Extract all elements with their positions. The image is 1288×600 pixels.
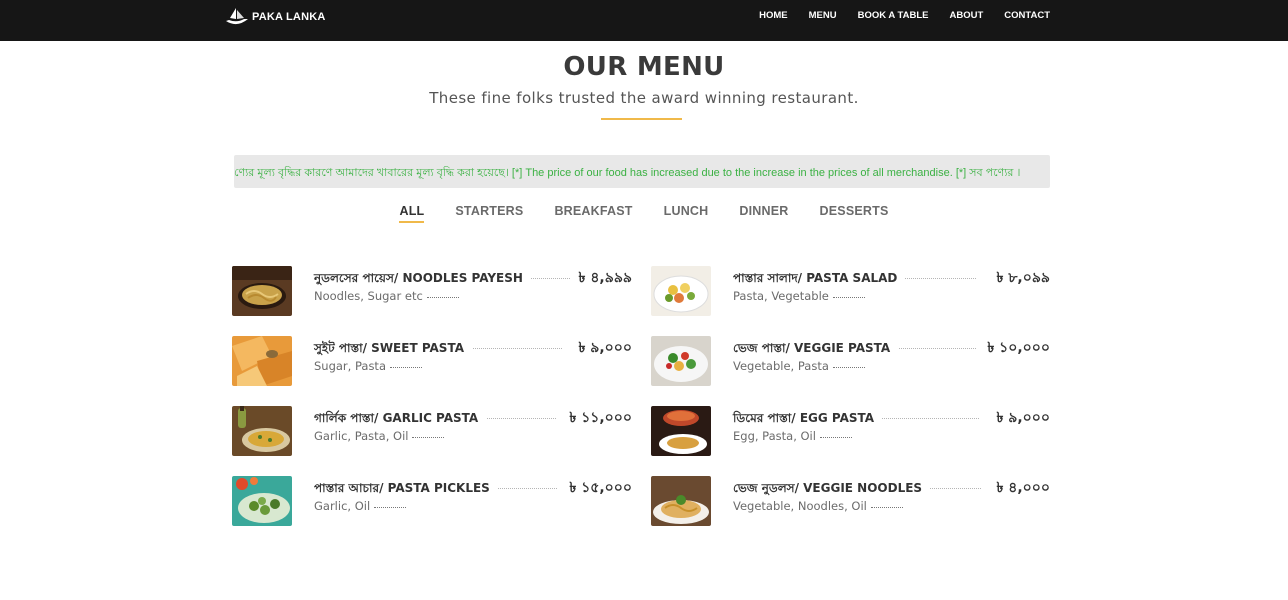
item-name: পাস্তার সালাদ/ PASTA SALAD	[733, 270, 906, 290]
nav-about[interactable]: ABOUT	[949, 10, 983, 21]
item-price: ৳ ৪,৯৯৯	[570, 266, 632, 290]
tab-dinner[interactable]: DINNER	[739, 204, 788, 222]
menu-item-pasta-salad[interactable]: পাস্তার সালাদ/ PASTA SALAD ৳ ৮,০৯৯ Pasta…	[651, 266, 1050, 316]
item-description: Egg, Pasta, Oil	[733, 429, 852, 443]
item-name: ডিমের পাস্তা/ EGG PASTA	[733, 410, 883, 430]
page-subtitle: These fine folks trusted the award winni…	[429, 89, 859, 107]
item-description: Vegetable, Noodles, Oil	[733, 499, 903, 513]
price-notice-text: ণ্যের মূল্য বৃদ্ধির কারণে আমাদের খাবারের…	[234, 167, 1021, 179]
dish-photo	[232, 476, 292, 526]
dish-photo	[232, 266, 292, 316]
menu-item-veggie-noodles[interactable]: ভেজ নুডলস/ VEGGIE NOODLES ৳ ৪,০০০ Vegeta…	[651, 476, 1050, 526]
boat-icon	[226, 8, 248, 25]
item-price: ৳ ৯,০০০	[988, 406, 1050, 430]
item-price: ৳ ১৫,০০০	[561, 476, 632, 500]
menu-filter-tabs: ALL STARTERS BREAKFAST LUNCH DINNER DESS…	[0, 204, 1288, 223]
item-description: Noodles, Sugar etc	[314, 289, 459, 303]
title-divider	[601, 118, 682, 120]
item-name: গার্লিক পাস্তা/ GARLIC PASTA	[314, 410, 487, 430]
nav-menu[interactable]: MENU	[809, 10, 837, 21]
brand-name: PAKA LANKA	[252, 11, 326, 23]
main-nav: HOME MENU BOOK A TABLE ABOUT CONTACT	[759, 10, 1050, 21]
top-navbar: PAKA LANKA HOME MENU BOOK A TABLE ABOUT …	[0, 0, 1288, 41]
item-price: ৳ ৯,০০০	[570, 336, 632, 360]
dish-photo	[651, 266, 711, 316]
nav-contact[interactable]: CONTACT	[1004, 10, 1050, 21]
item-description: Vegetable, Pasta	[733, 359, 865, 373]
item-name: ভেজ নুডলস/ VEGGIE NOODLES	[733, 480, 931, 500]
dish-photo	[651, 406, 711, 456]
tab-breakfast[interactable]: BREAKFAST	[554, 204, 632, 222]
dish-photo	[651, 476, 711, 526]
dish-photo	[651, 336, 711, 386]
menu-item-garlic-pasta[interactable]: গার্লিক পাস্তা/ GARLIC PASTA ৳ ১১,০০০ Ga…	[232, 406, 632, 456]
menu-item-egg-pasta[interactable]: ডিমের পাস্তা/ EGG PASTA ৳ ৯,০০০ Egg, Pas…	[651, 406, 1050, 456]
item-description: Garlic, Pasta, Oil	[314, 429, 445, 443]
tab-lunch[interactable]: LUNCH	[664, 204, 709, 222]
nav-book-a-table[interactable]: BOOK A TABLE	[858, 10, 929, 21]
item-price: ৳ ৮,০৯৯	[988, 266, 1050, 290]
menu-item-veggie-pasta[interactable]: ভেজ পাস্তা/ VEGGIE PASTA ৳ ১০,০০০ Vegeta…	[651, 336, 1050, 386]
price-notice-banner: ণ্যের মূল্য বৃদ্ধির কারণে আমাদের খাবারের…	[234, 155, 1050, 188]
item-name: নুডলসের পায়েস/ NOODLES PAYESH	[314, 270, 531, 290]
brand-logo[interactable]: PAKA LANKA	[224, 4, 326, 30]
dish-photo	[232, 406, 292, 456]
menu-item-sweet-pasta[interactable]: সুইট পাস্তা/ SWEET PASTA ৳ ৯,০০০ Sugar, …	[232, 336, 632, 386]
item-description: Pasta, Vegetable	[733, 289, 865, 303]
item-name: ভেজ পাস্তা/ VEGGIE PASTA	[733, 340, 899, 360]
tab-starters[interactable]: STARTERS	[455, 204, 523, 222]
item-description: Sugar, Pasta	[314, 359, 422, 373]
menu-item-pasta-pickles[interactable]: পাস্তার আচার/ PASTA PICKLES ৳ ১৫,০০০ Gar…	[232, 476, 632, 526]
tab-desserts[interactable]: DESSERTS	[820, 204, 889, 222]
dish-photo	[232, 336, 292, 386]
menu-item-noodles-payesh[interactable]: নুডলসের পায়েস/ NOODLES PAYESH ৳ ৪,৯৯৯ N…	[232, 266, 632, 316]
item-name: পাস্তার আচার/ PASTA PICKLES	[314, 480, 498, 500]
item-price: ৳ ৪,০০০	[988, 476, 1050, 500]
item-description: Garlic, Oil	[314, 499, 407, 513]
item-price: ৳ ১১,০০০	[561, 406, 632, 430]
tab-all[interactable]: ALL	[399, 204, 425, 223]
page-title: OUR MENU	[563, 52, 725, 82]
item-price: ৳ ১০,০০০	[979, 336, 1050, 360]
item-name: সুইট পাস্তা/ SWEET PASTA	[314, 340, 472, 360]
nav-home[interactable]: HOME	[759, 10, 788, 21]
